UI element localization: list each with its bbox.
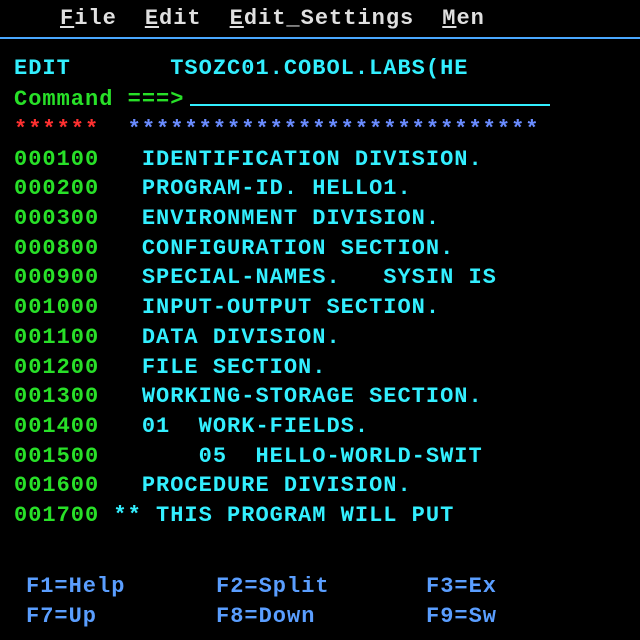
menu-more[interactable]: Men (442, 6, 485, 31)
code-line[interactable]: 000300 ENVIRONMENT DIVISION. (0, 204, 640, 234)
line-number: 001200 (14, 353, 99, 383)
top-of-data: ****** ***************************** (0, 115, 640, 145)
top-banner: ***************************** (128, 115, 540, 145)
comment-text: THIS PROGRAM WILL PUT (156, 501, 468, 531)
code-line[interactable]: 001200 FILE SECTION. (0, 353, 640, 383)
menubar: File Edit Edit_Settings Men (0, 6, 640, 31)
mode-label: EDIT (14, 53, 71, 84)
fkey-f9[interactable]: F9=Sw (426, 602, 640, 632)
line-number: 001300 (14, 382, 99, 412)
fkeys-row-1: F1=Help F2=Split F3=Ex (0, 572, 640, 602)
line-number: 001400 (14, 412, 99, 442)
terminal-screen: File Edit Edit_Settings Men EDIT TSOZC01… (0, 0, 640, 640)
line-text: PROCEDURE DIVISION. (142, 471, 412, 501)
menu-edit[interactable]: Edit (145, 6, 202, 31)
line-number: 000800 (14, 234, 99, 264)
line-text: SPECIAL-NAMES. SYSIN IS (142, 263, 497, 293)
fkey-f3[interactable]: F3=Ex (426, 572, 640, 602)
line-text: ENVIRONMENT DIVISION. (142, 204, 440, 234)
fkey-f2[interactable]: F2=Split (216, 572, 426, 602)
code-line[interactable]: 001100 DATA DIVISION. (0, 323, 640, 353)
line-number: 000200 (14, 174, 99, 204)
fkey-f7[interactable]: F7=Up (26, 602, 216, 632)
line-text: 05 HELLO-WORLD-SWIT (142, 442, 483, 472)
menu-edit-settings[interactable]: Edit_Settings (230, 6, 415, 31)
fkey-f1[interactable]: F1=Help (26, 572, 216, 602)
code-line[interactable]: 001600 PROCEDURE DIVISION. (0, 471, 640, 501)
menu-file[interactable]: File (60, 6, 117, 31)
command-label: Command ===> (14, 84, 184, 115)
fkey-f8[interactable]: F8=Down (216, 602, 426, 632)
line-text: FILE SECTION. (142, 353, 327, 383)
line-number: 000900 (14, 263, 99, 293)
command-input[interactable] (190, 84, 550, 106)
line-text: WORKING-STORAGE SECTION. (142, 382, 483, 412)
line-number: 001600 (14, 471, 99, 501)
line-text: DATA DIVISION. (142, 323, 341, 353)
function-keys: F1=Help F2=Split F3=Ex F7=Up F8=Down F9=… (0, 572, 640, 632)
line-number: 001100 (14, 323, 99, 353)
code-line[interactable]: 001000 INPUT-OUTPUT SECTION. (0, 293, 640, 323)
line-number: 000100 (14, 145, 99, 175)
line-number: 001500 (14, 442, 99, 472)
line-number: 000300 (14, 204, 99, 234)
menubar-divider (0, 37, 640, 39)
line-text: PROGRAM-ID. HELLO1. (142, 174, 412, 204)
line-text: CONFIGURATION SECTION. (142, 234, 454, 264)
code-line[interactable]: 000200 PROGRAM-ID. HELLO1. (0, 174, 640, 204)
top-stars: ****** (14, 115, 99, 145)
code-line[interactable]: 001300 WORKING-STORAGE SECTION. (0, 382, 640, 412)
code-line[interactable]: 001500 05 HELLO-WORLD-SWIT (0, 442, 640, 472)
line-text: IDENTIFICATION DIVISION. (142, 145, 483, 175)
line-text: 01 WORK-FIELDS. (142, 412, 369, 442)
line-text: INPUT-OUTPUT SECTION. (142, 293, 440, 323)
edit-header: EDIT TSOZC01.COBOL.LABS(HE (0, 53, 640, 84)
code-line[interactable]: 000100 IDENTIFICATION DIVISION. (0, 145, 640, 175)
line-number: 001000 (14, 293, 99, 323)
code-line[interactable]: 000800 CONFIGURATION SECTION. (0, 234, 640, 264)
fkeys-row-2: F7=Up F8=Down F9=Sw (0, 602, 640, 632)
command-line-row: Command ===> (0, 84, 640, 115)
code-line[interactable]: 001400 01 WORK-FIELDS. (0, 412, 640, 442)
dataset-name: TSOZC01.COBOL.LABS(HE (170, 53, 468, 84)
code-line[interactable]: 000900 SPECIAL-NAMES. SYSIN IS (0, 263, 640, 293)
comment-line[interactable]: 001700 ** THIS PROGRAM WILL PUT (0, 501, 640, 531)
comment-marker: ** (113, 501, 141, 531)
line-number: 001700 (14, 501, 99, 531)
